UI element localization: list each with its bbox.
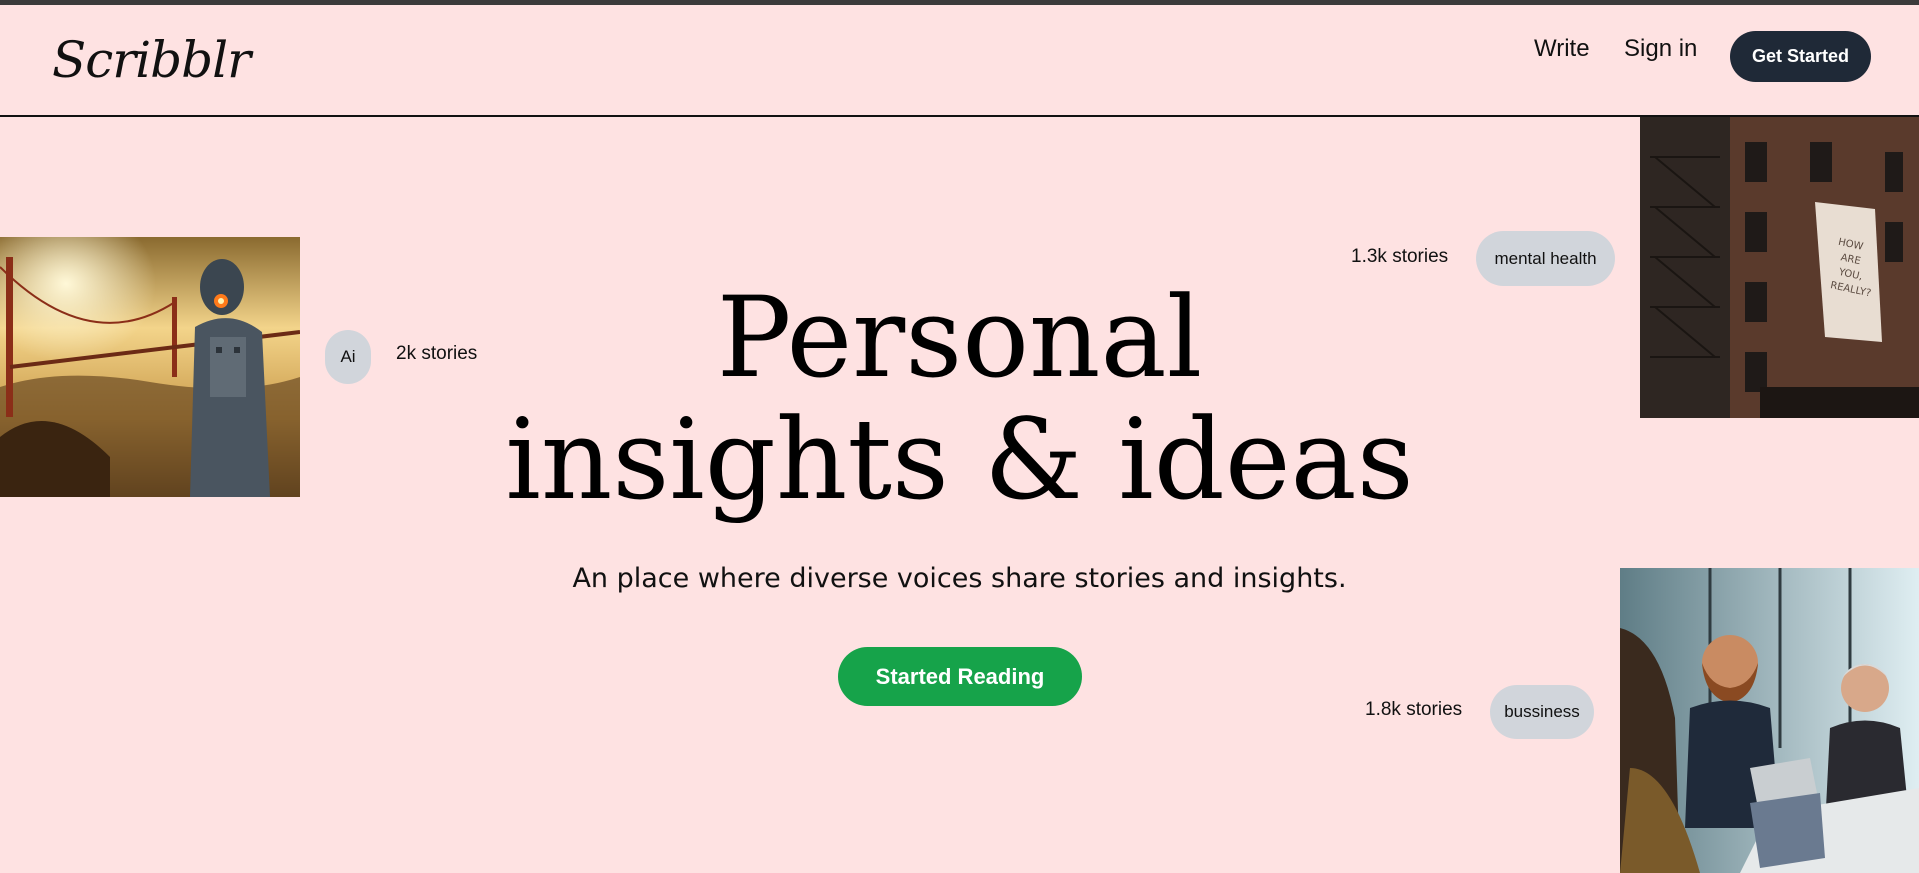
business-meeting-image <box>1620 568 1919 873</box>
story-count-business: 1.8k stories <box>1365 699 1463 720</box>
topic-tag-mental-health[interactable]: mental health <box>1476 231 1615 286</box>
topic-tag-ai[interactable]: Ai <box>325 330 371 384</box>
brick-building-mural-image: HOW ARE YOU, REALLY? <box>1640 117 1919 418</box>
site-header: Scribblr Write Sign in Get Started <box>0 5 1919 117</box>
robot-golden-gate-image <box>0 237 300 497</box>
get-started-button[interactable]: Get Started <box>1730 31 1871 82</box>
topic-tag-business[interactable]: bussiness <box>1490 685 1594 739</box>
site-logo[interactable]: Scribblr <box>52 31 251 89</box>
story-count-mental-health: 1.3k stories <box>1351 246 1449 267</box>
start-reading-button[interactable]: Started Reading <box>838 647 1082 706</box>
sign-in-link[interactable]: Sign in <box>1624 35 1697 63</box>
write-link[interactable]: Write <box>1534 35 1590 63</box>
story-count-ai: 2k stories <box>396 343 478 364</box>
